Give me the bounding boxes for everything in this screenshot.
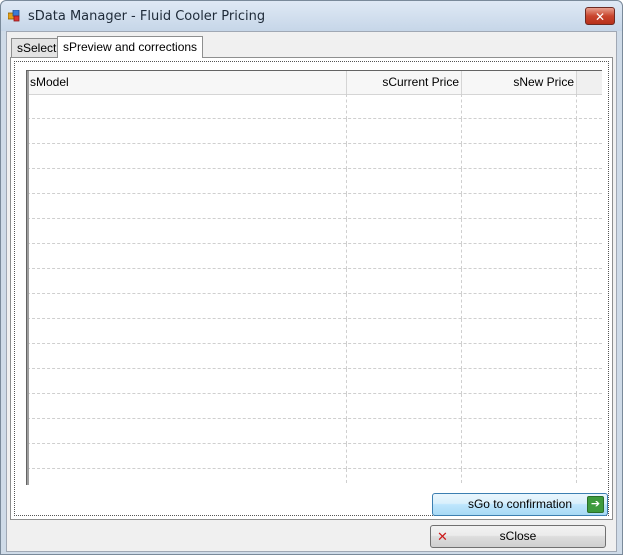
grid-header: sModel sCurrent Price sNew Price [27, 71, 602, 95]
grid-cell [27, 444, 347, 469]
empty-grid-row [27, 94, 602, 119]
grid-cell [27, 269, 347, 294]
grid-left-edge [27, 71, 29, 485]
grid-cell [27, 94, 347, 119]
grid-cell [462, 144, 577, 169]
go-button-label: sGo to confirmation [467, 497, 573, 511]
grid-cell [347, 269, 462, 294]
grid-cell [462, 419, 577, 444]
header-filler [577, 71, 602, 94]
close-window-button[interactable]: ✕ [585, 7, 615, 25]
grid-cell [347, 194, 462, 219]
grid-cell [462, 269, 577, 294]
grid-cell [347, 169, 462, 194]
grid-cell [347, 119, 462, 144]
empty-grid-row [27, 419, 602, 444]
grid-cell [347, 319, 462, 344]
grid-cell [27, 219, 347, 244]
app-window: sData Manager - Fluid Cooler Pricing ✕ s… [0, 0, 623, 555]
grid-cell [347, 219, 462, 244]
grid-cell [27, 194, 347, 219]
title-bar: sData Manager - Fluid Cooler Pricing ✕ [1, 1, 622, 31]
tab-label: sPreview and corrections [63, 40, 198, 54]
grid-cell [462, 119, 577, 144]
grid-cell [462, 194, 577, 219]
grid-cell [347, 394, 462, 419]
grid-cell [462, 219, 577, 244]
grid-cell [27, 169, 347, 194]
empty-grid-row [27, 344, 602, 369]
arrow-right-icon: ➔ [587, 496, 604, 513]
red-x-icon: ✕ [437, 529, 448, 544]
grid-cell [462, 94, 577, 119]
grid-cell [347, 294, 462, 319]
grid-cell [27, 144, 347, 169]
grid-cell [27, 319, 347, 344]
grid-cell [27, 244, 347, 269]
grid-cell [347, 144, 462, 169]
close-icon: ✕ [594, 10, 606, 24]
grid-cell [462, 319, 577, 344]
grid-cell [462, 444, 577, 469]
grid-cell [347, 369, 462, 394]
grid-cell [27, 119, 347, 144]
grid-cell [27, 369, 347, 394]
grid-cell [462, 369, 577, 394]
client-area: sSelect sPreview and corrections sModel … [6, 31, 617, 552]
grid-cell [462, 244, 577, 269]
empty-grid-row [27, 444, 602, 469]
empty-grid-row [27, 169, 602, 194]
app-icon [8, 10, 20, 22]
tab-page-preview: sModel sCurrent Price sNew Price sGo to … [10, 57, 613, 520]
empty-grid-row [27, 319, 602, 344]
grid-cell [27, 394, 347, 419]
grid-cell [347, 419, 462, 444]
grid-cell [27, 469, 347, 485]
grid-cell [347, 94, 462, 119]
tab-preview-and-corrections[interactable]: sPreview and corrections [57, 36, 204, 58]
focus-frame: sModel sCurrent Price sNew Price sGo to … [14, 61, 609, 516]
grid-cell [462, 344, 577, 369]
grid-cell [347, 344, 462, 369]
column-header-new-price[interactable]: sNew Price [462, 71, 577, 94]
empty-grid-row [27, 469, 602, 485]
go-to-confirmation-button[interactable]: sGo to confirmation ➔ [432, 493, 608, 516]
empty-grid-row [27, 194, 602, 219]
empty-grid-row [27, 369, 602, 394]
tab-select[interactable]: sSelect [11, 38, 63, 57]
grid-cell [347, 469, 462, 485]
grid-cell [27, 294, 347, 319]
empty-grid-row [27, 244, 602, 269]
column-header-model[interactable]: sModel [27, 71, 347, 94]
grid-cell [27, 344, 347, 369]
price-grid[interactable]: sModel sCurrent Price sNew Price [26, 70, 602, 485]
empty-grid-row [27, 394, 602, 419]
grid-cell [347, 444, 462, 469]
close-button[interactable]: ✕ sClose [430, 525, 606, 548]
tab-label: sSelect [17, 41, 57, 55]
close-button-label: sClose [499, 529, 537, 543]
grid-cell [27, 419, 347, 444]
column-header-current-price[interactable]: sCurrent Price [347, 71, 462, 94]
grid-cell [347, 244, 462, 269]
window-title: sData Manager - Fluid Cooler Pricing [28, 9, 266, 24]
empty-grid-row [27, 119, 602, 144]
empty-grid-row [27, 219, 602, 244]
empty-grid-row [27, 144, 602, 169]
grid-cell [462, 294, 577, 319]
grid-cell [462, 394, 577, 419]
empty-grid-row [27, 294, 602, 319]
empty-grid-row [27, 269, 602, 294]
grid-cell [462, 169, 577, 194]
grid-cell [462, 469, 577, 485]
